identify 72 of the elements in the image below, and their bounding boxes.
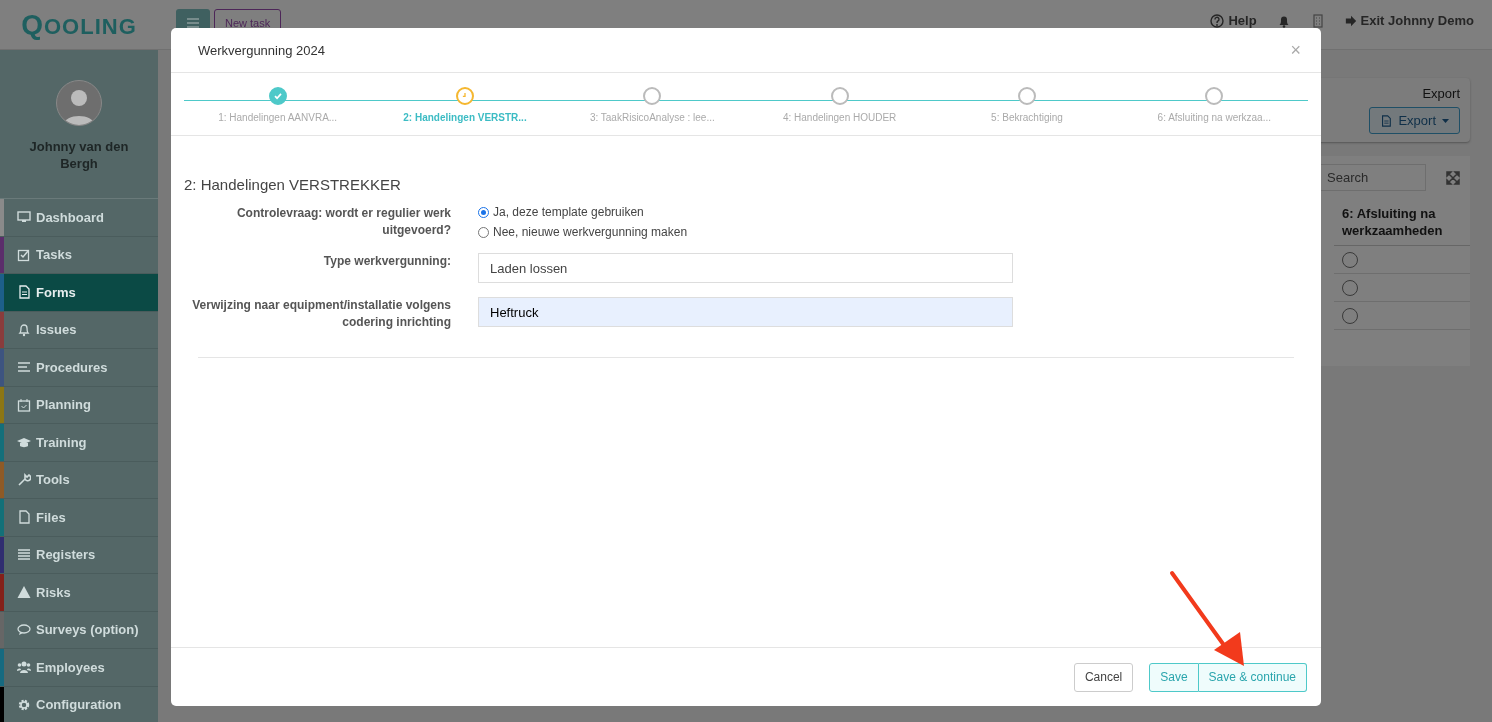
exit-link[interactable]: Exit Johnny Demo	[1344, 13, 1474, 28]
gear-icon	[17, 697, 31, 712]
step-label[interactable]: 3: TaakRisicoAnalyse : lee...	[589, 112, 715, 123]
sidebar-item[interactable]: Procedures	[0, 349, 158, 387]
radio-button[interactable]	[478, 226, 489, 238]
people-icon	[17, 660, 31, 675]
help-icon	[1210, 13, 1225, 28]
step-label[interactable]: 4: Handelingen HOUDER	[782, 112, 897, 123]
step-label[interactable]: 6: Afsluiting na werkzaa...	[1157, 112, 1271, 123]
export-button[interactable]: Export	[1369, 107, 1460, 134]
checkbox-icon	[17, 247, 31, 262]
warning-icon	[17, 585, 31, 600]
step-label[interactable]: 2: Handelingen VERSTR...	[403, 112, 527, 123]
radio-button[interactable]	[478, 206, 489, 218]
sign-out-icon	[1344, 14, 1357, 27]
radio-option[interactable]: Ja, deze template gebruiken	[478, 205, 1013, 219]
building-icon	[1310, 13, 1325, 28]
caret-icon	[1442, 118, 1449, 123]
sidebar-item[interactable]: Planning	[0, 386, 158, 424]
document-icon	[17, 285, 31, 300]
sidebar-item[interactable]: Forms	[0, 274, 158, 312]
dialog-title: Werkvergunning 2024	[198, 42, 325, 58]
sidebar-item[interactable]: Employees	[0, 649, 158, 687]
radio-option[interactable]: Nee, nieuwe werkvergunning maken	[478, 225, 1013, 239]
lines-icon	[17, 547, 31, 562]
save-button[interactable]: Save	[1149, 662, 1199, 692]
speech-bubble-icon	[17, 622, 31, 637]
column-header: 6: Afsluiting na werkzaamheden	[1334, 191, 1470, 246]
radio-button[interactable]	[1342, 279, 1358, 296]
sidebar-item[interactable]: Configuration	[0, 686, 158, 722]
document-icon	[1380, 114, 1393, 127]
avatar	[56, 80, 102, 126]
sidebar-item[interactable]: Registers	[0, 536, 158, 574]
expand-icon	[1446, 170, 1460, 185]
text-field[interactable]: Laden lossen	[478, 253, 1013, 283]
sidebar-item[interactable]: Risks	[0, 574, 158, 612]
sidebar-item[interactable]: Tools	[0, 461, 158, 499]
sidebar-item[interactable]: Issues	[0, 311, 158, 349]
cancel-button[interactable]: Cancel	[1073, 662, 1134, 692]
step-circle[interactable]	[1017, 87, 1036, 105]
help-link[interactable]: Help	[1210, 13, 1257, 28]
menu-icon	[187, 17, 199, 28]
radio-button[interactable]	[1342, 251, 1358, 268]
sidebar-item[interactable]: Surveys (option)	[0, 611, 158, 649]
radio-button[interactable]	[1342, 307, 1358, 324]
list-icon	[17, 360, 31, 375]
file-icon	[17, 510, 31, 525]
wrench-icon	[17, 472, 31, 487]
field-label: Controlevraag: wordt er regulier werk uitgevoerd?	[235, 205, 451, 239]
text-field[interactable]: Heftruck	[478, 297, 1013, 327]
export-label: Export	[1422, 86, 1460, 101]
step-circle[interactable]	[456, 87, 474, 105]
user-name: Johnny van den Bergh	[28, 138, 130, 172]
field-label: Verwijzing naar equipment/installatie volgens codering inrichting	[191, 297, 451, 331]
monitor-icon	[17, 210, 31, 225]
sidebar-item[interactable]: Files	[0, 499, 158, 537]
section-title: 2: Handelingen VERSTREKKER	[184, 176, 402, 193]
sidebar-item[interactable]: Dashboard	[0, 199, 158, 237]
step-circle[interactable]	[830, 87, 849, 105]
sidebar-item[interactable]: Training	[0, 424, 158, 462]
close-button[interactable]: ×	[1290, 39, 1301, 61]
step-label[interactable]: 5: Bekrachtiging	[991, 112, 1063, 123]
step-circle[interactable]	[643, 87, 662, 105]
logo: QOOLING	[21, 8, 137, 41]
step-circle[interactable]	[1205, 87, 1224, 105]
graduation-cap-icon	[17, 435, 31, 450]
calendar-icon	[17, 397, 31, 412]
step-circle[interactable]	[268, 87, 287, 105]
bell-icon	[17, 322, 31, 337]
save-button[interactable]: Save & continue	[1198, 662, 1307, 692]
field-label: Type werkvergunning:	[322, 253, 451, 270]
step-label[interactable]: 1: Handelingen AANVRA...	[218, 112, 338, 123]
